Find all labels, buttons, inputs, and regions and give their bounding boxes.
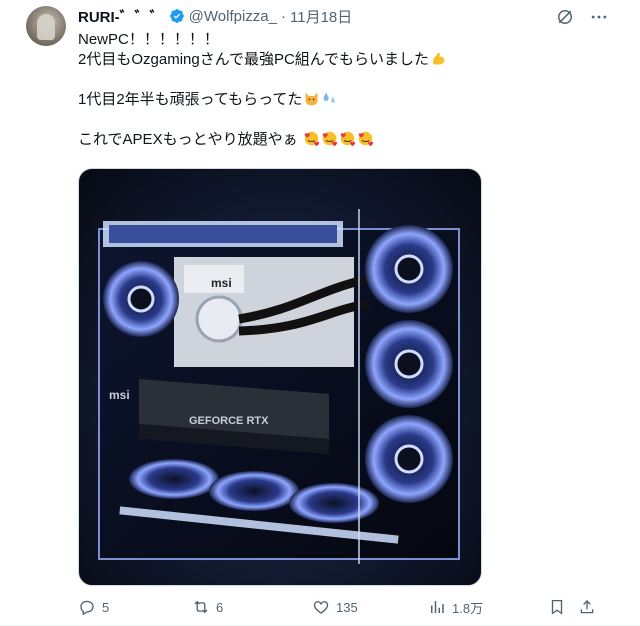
share-icon <box>580 600 594 614</box>
tweet-line <box>78 70 598 90</box>
tweet-line: NewPC！！！！！！ <box>78 31 219 48</box>
share-button[interactable] <box>578 597 596 617</box>
aio-pump <box>195 295 243 343</box>
tweet-card[interactable]: RURI-゛゛゛ @Wolfpizza_ · 11月18日 NewPC！！！！！… <box>0 0 640 626</box>
tweet-line: 2代目もOzgamingさんで最強PC組んでもらいました <box>78 50 598 70</box>
msi-logo: msi <box>211 276 232 290</box>
smiling-face-with-hearts-emoji-icon <box>340 131 355 147</box>
author-name[interactable]: RURI-゛゛゛ <box>78 6 165 27</box>
like-count: 135 <box>336 599 358 615</box>
smiling-face-with-hearts-emoji-icon <box>322 131 337 147</box>
views-button[interactable]: 1.8万 <box>428 597 483 617</box>
avatar-figure <box>37 14 55 40</box>
right-fan-bottom <box>365 415 453 503</box>
tweet-line: 1代目2年半も頑張ってもらってた <box>78 90 598 110</box>
right-fan-middle <box>365 320 453 408</box>
retweet-count: 6 <box>216 599 224 615</box>
tweet-line: これでAPEXもっとやり放題やぁ <box>78 130 598 150</box>
reply-button[interactable]: 5 <box>78 597 109 617</box>
left-fan <box>103 261 179 337</box>
more-icon[interactable] <box>588 6 610 28</box>
views-icon <box>431 601 444 613</box>
cat-face-emoji-icon <box>305 92 318 106</box>
flexed-biceps-emoji-icon <box>433 52 445 65</box>
heart-icon <box>313 601 329 614</box>
bookmark-button[interactable] <box>548 597 566 617</box>
gpu-msi-logo: msi <box>109 388 130 402</box>
tweet-text: NewPC！！！！！！ 2代目もOzgamingさんで最強PC組んでもらいました… <box>78 30 598 150</box>
separator-dot: · <box>281 7 286 25</box>
smiling-face-with-hearts-emoji-icon <box>358 131 373 147</box>
grok-icon[interactable] <box>554 6 576 28</box>
bookmark-icon <box>551 599 563 615</box>
tweet-media-photo[interactable]: msi GEFORCE RTX msi <box>78 168 482 586</box>
tweet-date[interactable]: 11月18日 <box>290 6 352 27</box>
reply-icon <box>80 600 94 616</box>
like-button[interactable]: 135 <box>312 597 358 617</box>
sweat-drops-emoji-icon <box>323 92 336 103</box>
author-handle[interactable]: @Wolfpizza_ <box>189 8 277 25</box>
views-count: 1.8万 <box>452 600 484 616</box>
right-fan-top <box>365 225 453 313</box>
tweet-header: RURI-゛゛゛ @Wolfpizza_ · 11月18日 <box>78 6 352 26</box>
retweet-button[interactable]: 6 <box>192 597 223 617</box>
tweet-actions: 5 6 135 1.8万 <box>78 597 608 617</box>
smiling-face-with-hearts-emoji-icon <box>304 131 319 147</box>
avatar[interactable] <box>26 6 66 46</box>
pc-case-illustration: msi GEFORCE RTX msi <box>98 209 460 564</box>
verified-badge-icon[interactable] <box>169 8 185 24</box>
retweet-icon <box>194 600 208 614</box>
tweet-line <box>78 110 598 130</box>
reply-count: 5 <box>102 599 110 615</box>
gpu-label: GEFORCE RTX <box>189 415 269 427</box>
